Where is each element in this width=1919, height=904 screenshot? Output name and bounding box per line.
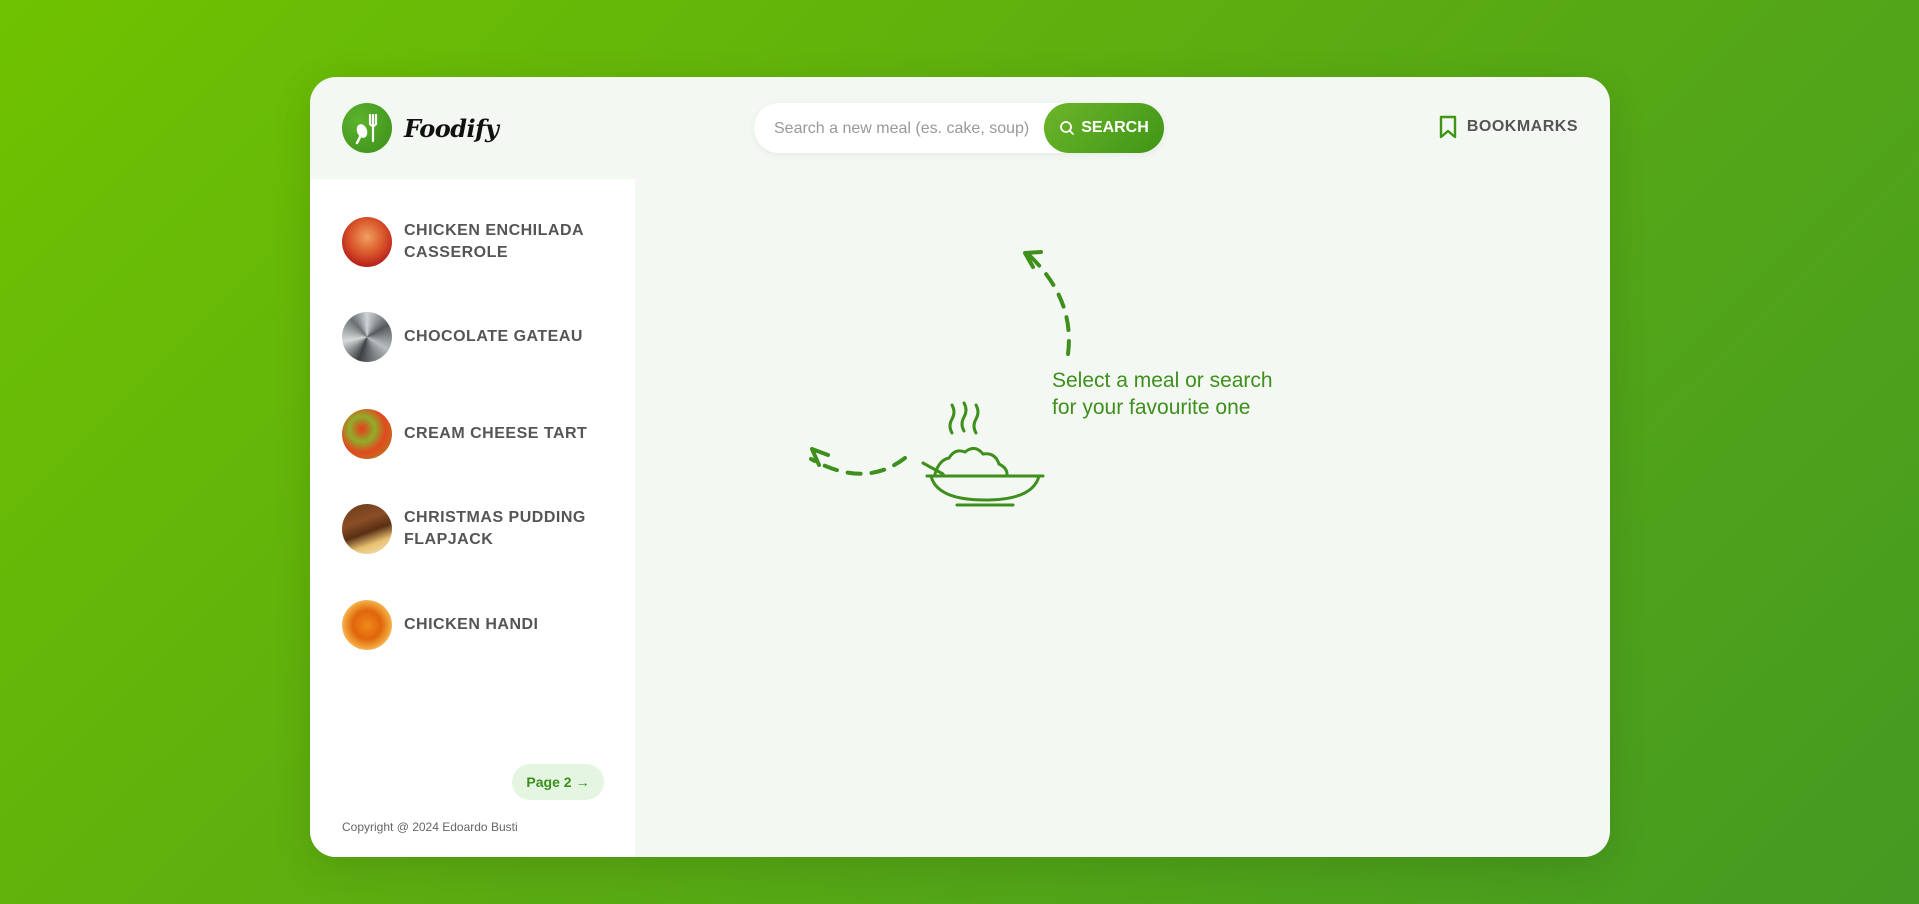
search-button[interactable]: SEARCH [1044, 103, 1164, 153]
fork-spoon-icon [342, 103, 392, 153]
app-window: Foodify SEARCH BOOKMARKS CHICKEN ENCHILA… [310, 77, 1610, 857]
result-title: CHICKEN ENCHILADA CASSEROLE [404, 222, 584, 261]
next-page-button[interactable]: Page 2 → [512, 764, 604, 800]
recipe-panel: Select a meal or search for your favouri… [635, 179, 1610, 857]
empty-state-message: Select a meal or search for your favouri… [1052, 367, 1312, 421]
result-title: CHOCOLATE GATEAU [404, 328, 583, 345]
food-bowl-icon [921, 401, 1045, 507]
empty-state-graphic [809, 250, 1071, 507]
result-thumbnail [342, 409, 392, 459]
app-name: Foodify [404, 113, 499, 143]
result-item[interactable]: CREAM CHEESE TART [342, 406, 622, 462]
copyright: Copyright @ 2024 Edoardo Busti [342, 820, 518, 834]
result-item[interactable]: CHOCOLATE GATEAU [342, 309, 622, 365]
result-title: CREAM CHEESE TART [404, 425, 588, 442]
result-item[interactable]: CHICKEN ENCHILADA CASSEROLE [342, 214, 622, 270]
result-thumbnail [342, 504, 392, 554]
arrow-right-icon: → [575, 774, 590, 790]
search-input[interactable] [772, 103, 1036, 155]
arrow-left-icon [809, 456, 907, 476]
message-line-1: Select a meal or search [1052, 369, 1273, 392]
result-title: CHICKEN HANDI [404, 616, 539, 633]
next-page-label: Page 2 [526, 774, 572, 790]
bookmarks-label: BOOKMARKS [1466, 118, 1578, 135]
bookmarks-button[interactable]: BOOKMARKS [1437, 115, 1578, 139]
search-button-label: SEARCH [1081, 119, 1149, 136]
search-bar: SEARCH [754, 103, 1164, 155]
result-thumbnail [342, 217, 392, 267]
result-thumbnail [342, 600, 392, 650]
search-icon [1060, 121, 1075, 135]
result-item[interactable]: CHICKEN HANDI [342, 597, 622, 653]
arrow-up-icon [1027, 253, 1071, 356]
result-title: CHRISTMAS PUDDING FLAPJACK [404, 509, 586, 548]
message-line-2: for your favourite one [1052, 396, 1251, 419]
header: Foodify SEARCH BOOKMARKS [310, 77, 1610, 179]
result-item[interactable]: CHRISTMAS PUDDING FLAPJACK [342, 501, 622, 557]
search-results-sidebar: CHICKEN ENCHILADA CASSEROLE CHOCOLATE GA… [310, 179, 635, 857]
result-thumbnail [342, 312, 392, 362]
bookmark-icon [1439, 115, 1457, 139]
logo[interactable]: Foodify [342, 103, 499, 153]
